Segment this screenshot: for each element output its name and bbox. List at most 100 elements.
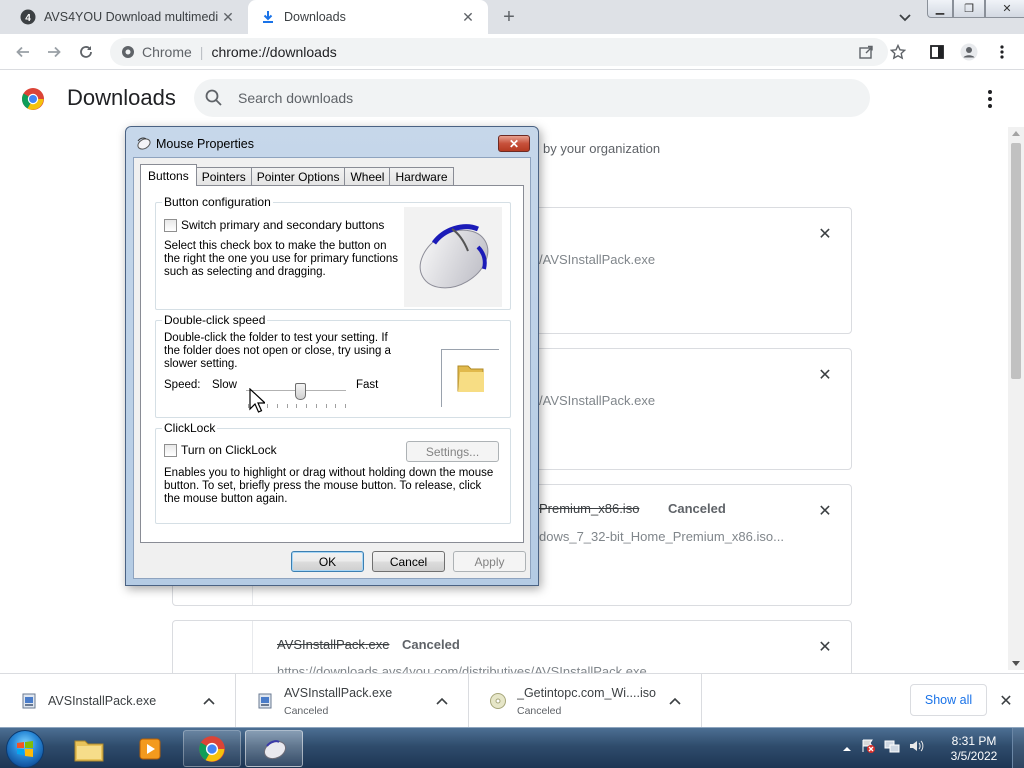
buttons-tab-panel: Button configuration Switch primary and …	[140, 185, 524, 543]
remove-download-icon[interactable]: ✕	[817, 503, 833, 520]
slider-thumb[interactable]	[295, 383, 306, 400]
download-icon	[260, 9, 276, 25]
download-status: Canceled	[402, 637, 460, 652]
test-folder-area[interactable]	[441, 349, 499, 407]
side-panel-icon[interactable]	[928, 43, 946, 61]
scroll-down-arrow-icon[interactable]	[1012, 661, 1020, 666]
downloads-header: Downloads	[0, 71, 1024, 127]
tray-expand-icon[interactable]	[842, 740, 852, 758]
share-icon[interactable]	[857, 43, 875, 61]
tab-buttons[interactable]: Buttons	[140, 164, 197, 186]
clock-date: 3/5/2022	[950, 749, 998, 763]
svg-text:4: 4	[25, 13, 31, 24]
disc-image-icon	[489, 692, 507, 710]
chrome-menu-icon[interactable]	[993, 43, 1011, 61]
omnibox-scheme: Chrome	[142, 44, 192, 60]
tab-hardware[interactable]: Hardware	[389, 167, 454, 186]
installer-file-icon	[256, 692, 274, 710]
shelf-item[interactable]: _Getintopc.com_Wi....iso Canceled	[469, 674, 702, 728]
shelf-item[interactable]: AVSInstallPack.exe Canceled	[236, 674, 469, 728]
clicklock-description: Enables you to highlight or drag without…	[164, 467, 494, 505]
checkbox-label: Turn on ClickLock	[181, 443, 277, 457]
chevron-up-icon[interactable]	[434, 693, 450, 709]
search-downloads-input[interactable]	[238, 90, 818, 106]
network-icon[interactable]	[884, 738, 900, 759]
search-downloads-box	[194, 79, 870, 117]
clicklock-checkbox[interactable]: Turn on ClickLock	[164, 443, 277, 457]
remove-download-icon[interactable]: ✕	[817, 639, 833, 656]
managed-by-organization-text: by your organization	[543, 141, 661, 156]
remove-download-icon[interactable]: ✕	[817, 367, 833, 384]
bookmark-star-icon[interactable]	[889, 43, 907, 61]
slow-label: Slow	[212, 379, 237, 391]
close-tab-icon[interactable]: ✕	[458, 7, 478, 27]
cancel-button[interactable]: Cancel	[372, 551, 445, 572]
scroll-up-arrow-icon[interactable]	[1012, 131, 1020, 136]
address-bar[interactable]: Chrome | chrome://downloads	[110, 38, 888, 66]
shelf-item-name: AVSInstallPack.exe	[48, 694, 157, 708]
button-config-description: Select this check box to make the button…	[164, 240, 398, 278]
checkbox-box[interactable]	[164, 218, 177, 232]
taskbar-explorer[interactable]	[60, 730, 118, 767]
reload-icon[interactable]	[75, 42, 97, 62]
volume-icon[interactable]	[908, 738, 924, 759]
download-url[interactable]: /AVSInstallPack.exe	[539, 393, 655, 408]
download-shelf: AVSInstallPack.exe AVSInstallPack.exe Ca…	[0, 673, 1024, 728]
switch-buttons-checkbox[interactable]: Switch primary and secondary buttons	[164, 218, 384, 232]
show-desktop-button[interactable]	[1012, 728, 1024, 768]
browser-toolbar: Chrome | chrome://downloads	[0, 34, 1024, 70]
clicklock-settings-button[interactable]: Settings...	[406, 441, 499, 462]
back-icon[interactable]	[12, 42, 34, 62]
download-url[interactable]: dows_7_32-bit_Home_Premium_x86.iso...	[539, 529, 784, 544]
shelf-item-name: AVSInstallPack.exe	[284, 685, 393, 700]
taskbar-clock[interactable]: 8:31 PM 3/5/2022	[944, 734, 1004, 764]
download-filename[interactable]: AVSInstallPack.exe	[277, 637, 389, 652]
download-filename[interactable]: Premium_x86.iso	[539, 501, 639, 516]
chevron-up-icon[interactable]	[667, 693, 683, 709]
search-icon	[204, 88, 224, 108]
profile-avatar-icon[interactable]	[960, 43, 978, 61]
apply-button[interactable]: Apply	[453, 551, 526, 572]
scrollbar-thumb[interactable]	[1011, 143, 1021, 379]
dialog-tab-bar: Buttons Pointers Pointer Options Wheel H…	[140, 164, 454, 186]
tab-pointers[interactable]: Pointers	[195, 167, 252, 186]
start-button[interactable]	[6, 730, 44, 768]
new-tab-button[interactable]: +	[498, 6, 520, 28]
taskbar-mouse-properties[interactable]	[245, 730, 303, 767]
restore-button[interactable]: ❐	[953, 0, 985, 18]
download-url[interactable]: /AVSInstallPack.exe	[539, 252, 655, 267]
checkbox-label: Switch primary and secondary buttons	[181, 218, 385, 232]
tab-avs4you[interactable]: 4 AVS4YOU Download multimedia ✕	[8, 0, 248, 34]
downloads-menu-icon[interactable]	[980, 89, 1000, 109]
tab-pointer-options[interactable]: Pointer Options	[250, 167, 346, 186]
forward-icon[interactable]	[43, 42, 65, 62]
file-icon-column	[173, 621, 253, 679]
show-all-button[interactable]: Show all	[910, 684, 987, 716]
mouse-icon	[263, 739, 287, 759]
window-close-button[interactable]: ✕	[985, 0, 1024, 18]
dialog-close-button[interactable]: ✕	[498, 135, 530, 152]
media-player-icon	[139, 738, 161, 759]
checkbox-box[interactable]	[164, 443, 177, 457]
remove-download-icon[interactable]: ✕	[817, 226, 833, 243]
minimize-button[interactable]: ▁	[927, 0, 953, 18]
taskbar-chrome[interactable]	[183, 730, 241, 767]
windows-logo-icon	[17, 741, 33, 757]
page-scrollbar[interactable]	[1008, 127, 1024, 670]
tab-wheel[interactable]: Wheel	[344, 167, 391, 186]
action-center-flag-icon[interactable]	[860, 738, 876, 759]
fast-label: Fast	[356, 379, 379, 391]
tab-search-icon[interactable]	[896, 8, 914, 26]
group-legend: ClickLock	[162, 421, 218, 435]
chevron-up-icon[interactable]	[201, 693, 217, 709]
windows-taskbar: 8:31 PM 3/5/2022	[0, 727, 1024, 768]
close-shelf-icon[interactable]: ✕	[998, 693, 1014, 710]
shelf-item-text: _Getintopc.com_Wi....iso Canceled	[517, 686, 667, 717]
tab-downloads[interactable]: Downloads ✕	[248, 0, 488, 34]
clicklock-group: ClickLock Turn on ClickLock Settings... …	[155, 421, 511, 524]
shelf-item[interactable]: AVSInstallPack.exe	[0, 674, 236, 728]
ok-button[interactable]: OK	[291, 551, 364, 572]
close-tab-icon[interactable]: ✕	[218, 7, 238, 27]
taskbar-media-player[interactable]	[121, 730, 179, 767]
shelf-item-status: Canceled	[284, 704, 329, 717]
